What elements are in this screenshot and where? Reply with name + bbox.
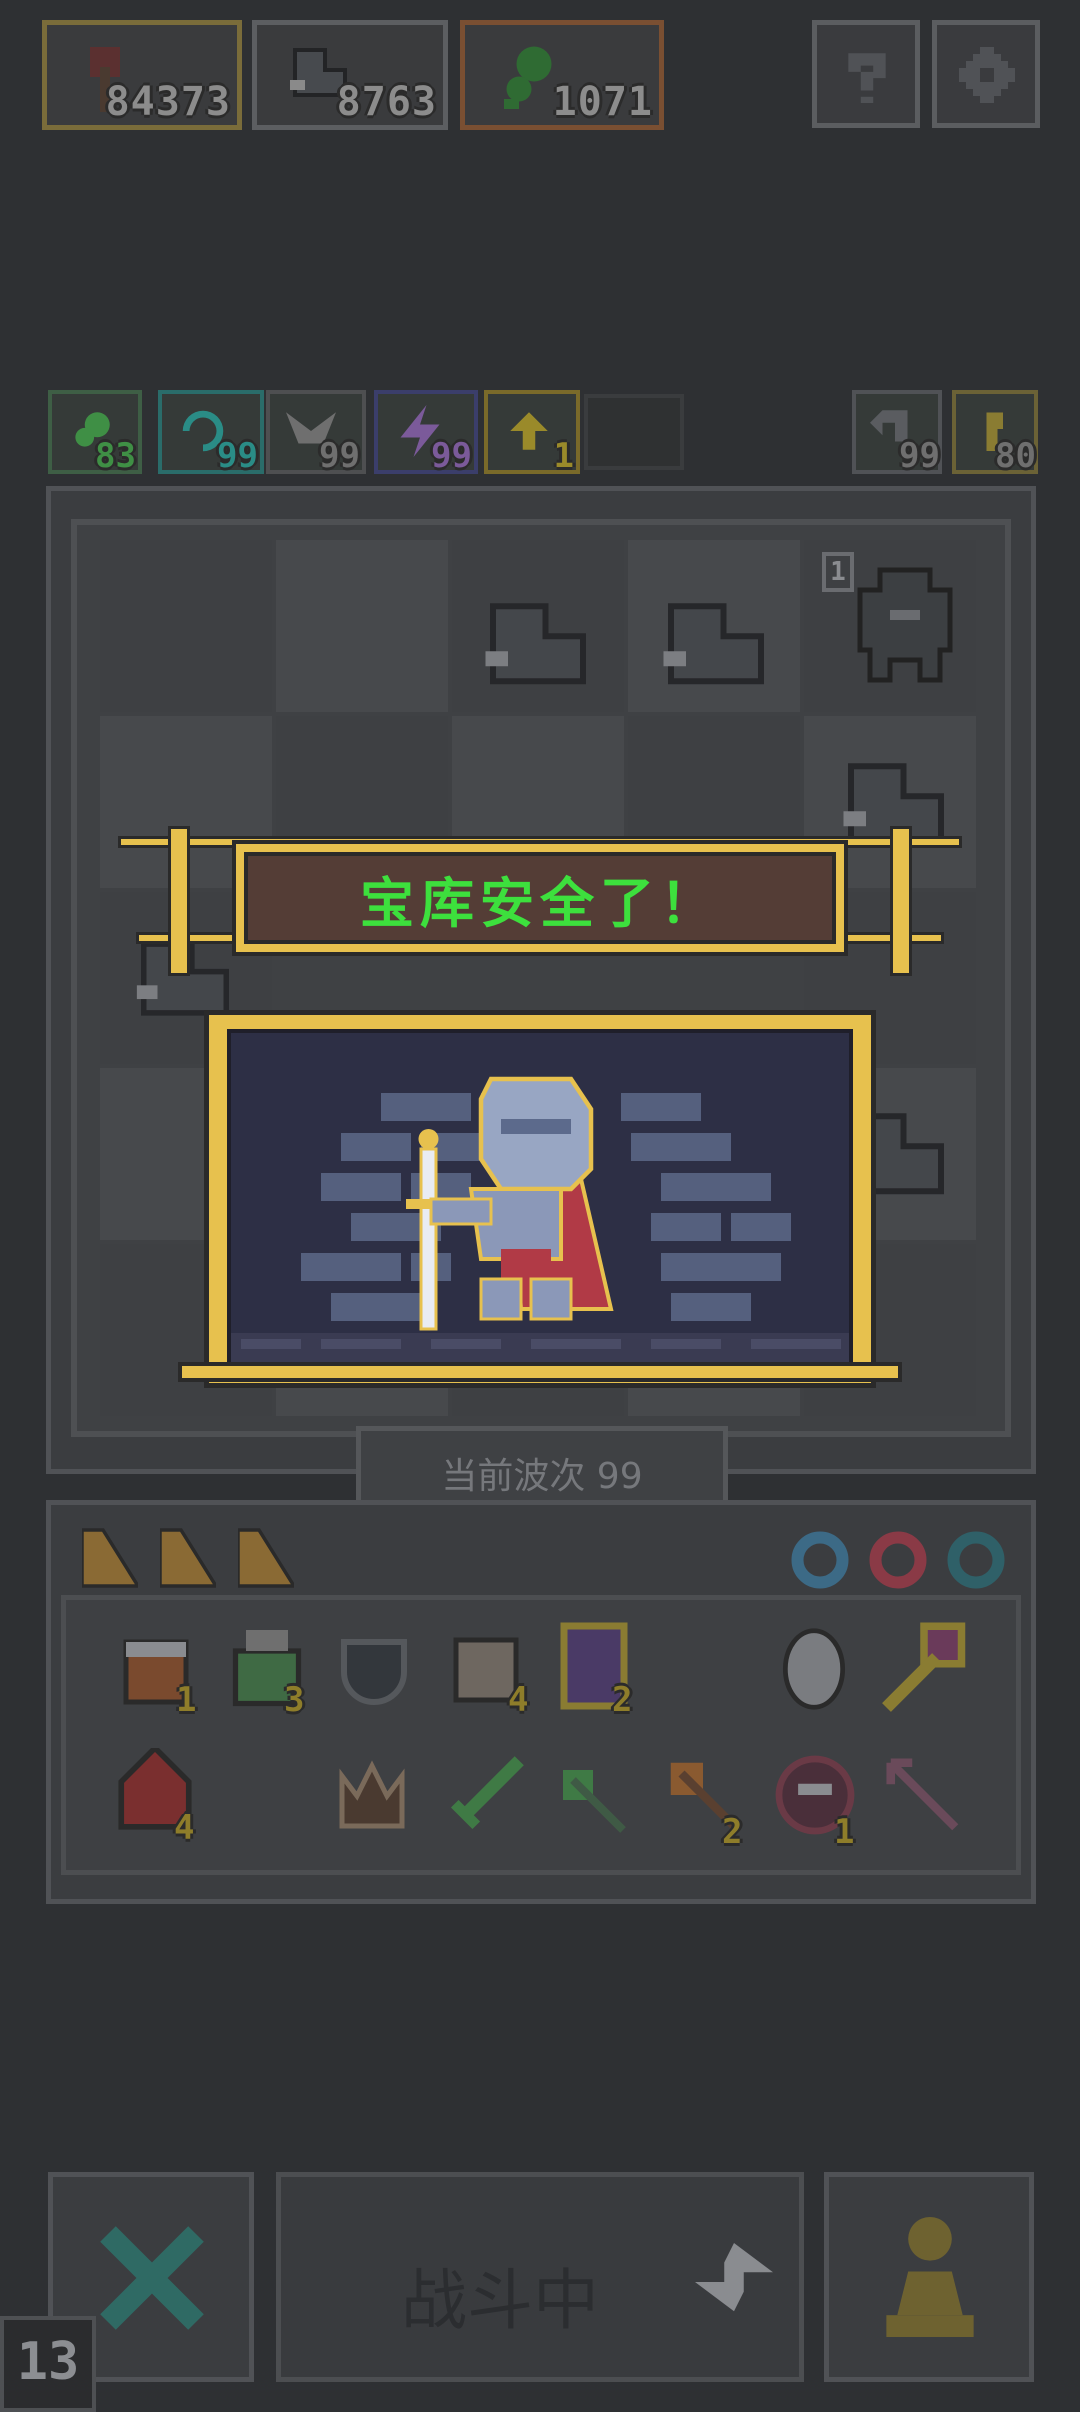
battle-label: 战斗中 xyxy=(401,2262,599,2339)
sock-piece-icon[interactable] xyxy=(478,590,598,690)
gear-icon xyxy=(959,47,1015,103)
stat-value: 99 xyxy=(431,436,472,476)
refresh-icon xyxy=(695,2243,773,2312)
stat-value: 99 xyxy=(319,436,360,476)
grid-cell[interactable] xyxy=(100,540,272,712)
grid-cell[interactable] xyxy=(276,540,448,712)
resource-value: 8763 xyxy=(336,79,437,125)
stat-return: 99 xyxy=(852,390,942,476)
stat-key: 80 xyxy=(952,390,1038,476)
stat-value: 83 xyxy=(95,436,136,476)
knight-icon xyxy=(406,1076,614,1331)
stat-upgrade: 1 xyxy=(484,390,580,476)
arrow-icon[interactable] xyxy=(880,1752,966,1838)
chess-piece-button[interactable] xyxy=(824,2172,1034,2382)
stat-empty-slot xyxy=(584,394,684,470)
resource-axe: 84373 xyxy=(42,20,242,130)
sword-icon[interactable] xyxy=(444,1750,530,1836)
crown-icon[interactable] xyxy=(330,1756,414,1836)
wand-icon[interactable] xyxy=(874,1620,974,1720)
ring-teal-icon[interactable] xyxy=(946,1530,1006,1590)
arrow-up-icon xyxy=(510,412,548,450)
resource-value: 84373 xyxy=(105,79,231,125)
sock-piece-icon[interactable] xyxy=(656,590,776,690)
stat-value: 1 xyxy=(553,436,574,476)
stat-wings: 99 xyxy=(266,390,366,476)
banner-title: 宝库安全了！ xyxy=(360,871,720,935)
help-button[interactable] xyxy=(812,20,920,128)
item-count: 4 xyxy=(174,1808,195,1848)
resource-value: 1071 xyxy=(552,79,653,125)
item-count: 3 xyxy=(284,1680,305,1720)
resource-sock: 8763 xyxy=(252,20,448,130)
item-count: 1 xyxy=(834,1812,855,1852)
mirror-icon[interactable] xyxy=(774,1626,854,1712)
pawn-icon xyxy=(886,2217,974,2337)
item-count: 4 xyxy=(508,1680,529,1720)
stat-value: 99 xyxy=(217,436,258,476)
banner-bracket-right xyxy=(890,826,912,976)
stat-spiral: 99 xyxy=(158,390,264,476)
resource-pea: 1071 xyxy=(460,20,664,130)
stat-lightning: 99 xyxy=(374,390,478,476)
monster-piece-icon[interactable] xyxy=(850,560,960,690)
corner-number: 13 xyxy=(0,2316,96,2412)
question-icon xyxy=(848,53,886,103)
picture-canvas xyxy=(227,1029,853,1371)
stat-value: 99 xyxy=(899,436,940,476)
card-icon[interactable] xyxy=(82,1528,138,1588)
stat-value: 80 xyxy=(995,436,1036,476)
item-count: 1 xyxy=(176,1680,197,1720)
shield-icon[interactable] xyxy=(334,1630,414,1714)
card-icon[interactable] xyxy=(238,1528,294,1588)
ring-blue-icon[interactable] xyxy=(790,1530,850,1590)
green-axe-icon[interactable] xyxy=(550,1760,636,1840)
picture-frame-base xyxy=(178,1362,902,1382)
card-icon[interactable] xyxy=(160,1528,216,1588)
banner-bracket-left xyxy=(168,826,190,976)
wave-label: 当前波次 99 xyxy=(441,1456,643,1497)
victory-banner: 宝库安全了！ xyxy=(232,840,848,956)
settings-button[interactable] xyxy=(932,20,1040,128)
item-count: 2 xyxy=(722,1812,743,1852)
picture-frame xyxy=(204,1010,876,1388)
stat-pea: 83 xyxy=(48,390,142,476)
ring-red-icon[interactable] xyxy=(868,1530,928,1590)
battle-button[interactable]: 战斗中 xyxy=(276,2172,804,2382)
close-icon xyxy=(100,2226,204,2330)
item-count: 2 xyxy=(612,1680,633,1720)
